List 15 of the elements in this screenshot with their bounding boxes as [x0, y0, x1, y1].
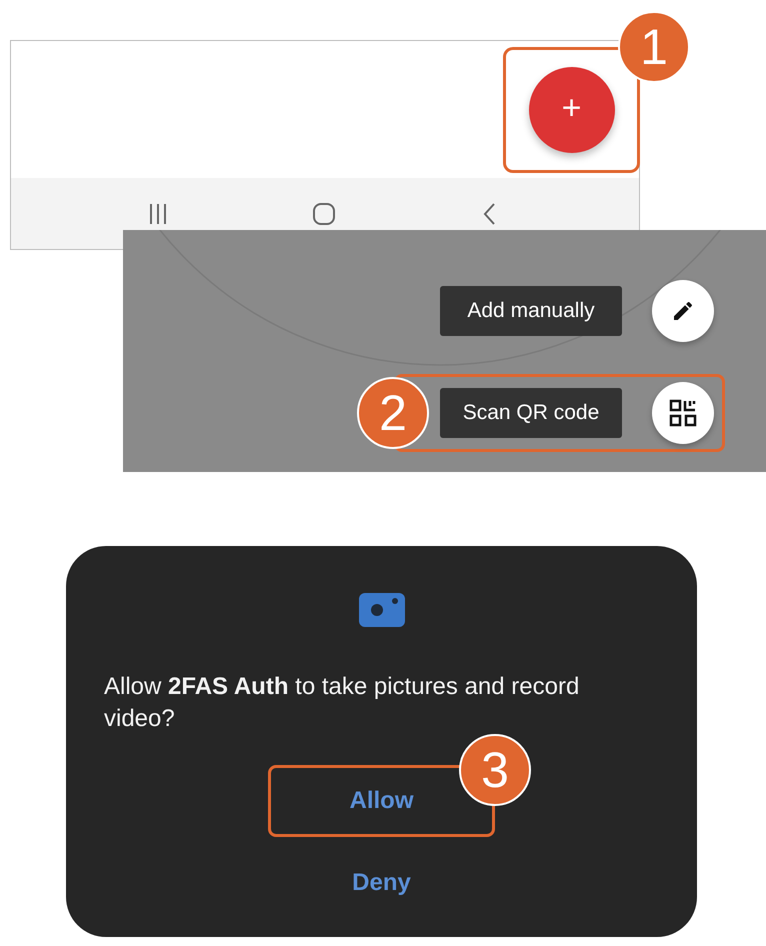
menu-label[interactable]: Scan QR code: [440, 388, 622, 438]
permission-message: Allow 2FAS Auth to take pictures and record video?: [104, 672, 580, 734]
add-button[interactable]: +: [528, 67, 614, 153]
step-badge: 1: [618, 11, 690, 83]
home-icon[interactable]: [312, 202, 336, 226]
menu-action-button[interactable]: [652, 382, 714, 444]
menu-label[interactable]: Add manually: [440, 286, 622, 336]
menu-action-button[interactable]: [652, 280, 714, 342]
camera-icon: [358, 593, 404, 627]
step-badge: 2: [357, 377, 429, 449]
step-badge: 3: [459, 734, 531, 806]
qr-code-icon: [669, 399, 697, 427]
dialog-button[interactable]: Allow: [306, 774, 456, 828]
pencil-icon: [671, 299, 695, 323]
dialog-button[interactable]: Deny: [306, 856, 456, 910]
